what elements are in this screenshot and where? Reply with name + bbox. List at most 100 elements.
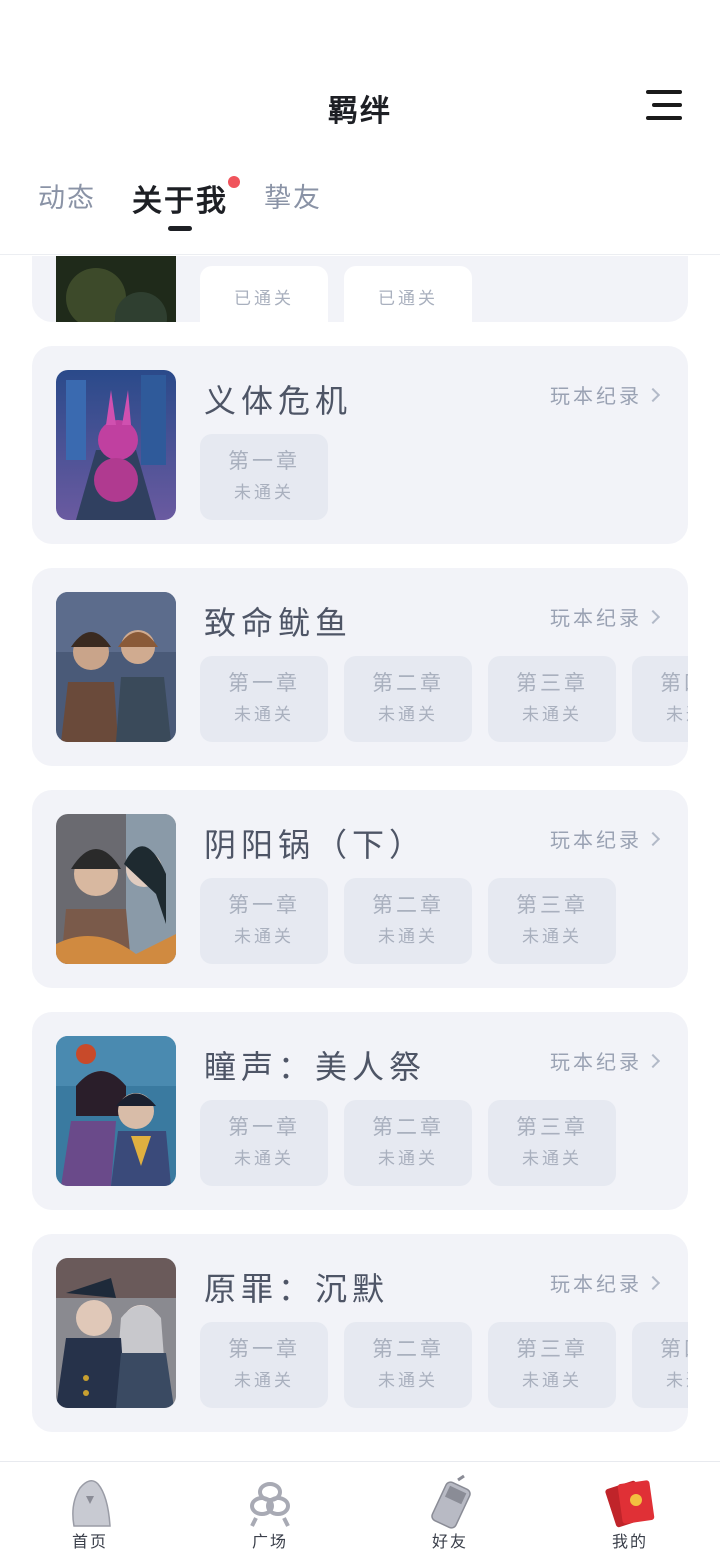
game-cover-image — [56, 592, 176, 742]
chapter-name: 第三章 — [516, 1337, 588, 1361]
game-card[interactable]: 瞳声：美人祭 玩本纪录 第一章未通关 第二章未通关 第三章未通关 — [32, 1012, 688, 1210]
bottom-nav: 首页 广场 好友 我的 — [0, 1461, 720, 1560]
chevron-right-icon — [645, 831, 661, 846]
play-record-link[interactable]: 玩本纪录 — [550, 380, 661, 409]
chapter-item[interactable]: 第一章 未通关 — [200, 1100, 328, 1186]
chapter-item[interactable]: 第一章 未通关 — [200, 656, 328, 742]
chapter-status: 未通关 — [378, 1371, 438, 1391]
top-header: 羁绊 动态 关于我 挚友 — [0, 0, 720, 255]
knot-icon — [250, 1482, 290, 1527]
game-card[interactable]: 致命鱿鱼 玩本纪录 第一章未通关 第二章未通关 第三章未通关 第四章未通关 — [32, 568, 688, 766]
tab-label: 关于我 — [132, 184, 228, 219]
game-card[interactable]: 阴阳锅（下） 玩本纪录 第一章 未通关 第二章 未通关 第三章未通关 — [32, 790, 688, 988]
nav-mine[interactable]: 我的 — [540, 1462, 720, 1560]
chapter-name: 第三章 — [516, 1115, 588, 1139]
record-link-label: 玩本纪录 — [550, 606, 642, 630]
chevron-right-icon — [645, 1275, 661, 1290]
nav-friends[interactable]: 好友 — [360, 1462, 540, 1560]
chapter-status: 未通关 — [234, 1371, 294, 1391]
game-cover-image — [56, 814, 176, 964]
nav-label: 好友 — [431, 1532, 468, 1551]
nav-label: 广场 — [251, 1532, 288, 1551]
chapter-name: 第四章 — [660, 1337, 688, 1361]
chapter-item[interactable]: 第二章 未通关 — [344, 878, 472, 964]
chapter-status: 未通关 — [234, 1149, 294, 1169]
chevron-right-icon — [645, 609, 661, 624]
chapter-status: 未通关 — [234, 705, 294, 725]
chapter-item[interactable]: 第二章 未通关 — [344, 1100, 472, 1186]
nav-home[interactable]: 首页 — [0, 1462, 180, 1560]
chapter-item[interactable]: 第四章未通关 — [632, 1322, 688, 1408]
chapter-status: 未通关 — [522, 927, 582, 947]
red-envelope-icon — [605, 1480, 655, 1528]
hamburger-menu-icon[interactable] — [646, 90, 682, 120]
chapter-name: 第一章 — [228, 1115, 300, 1139]
chapter-item[interactable]: 第一章 未通关 — [200, 878, 328, 964]
game-title: 原罪：沉默 — [204, 1270, 390, 1308]
chapter-name: 第一章 — [228, 449, 300, 473]
chevron-right-icon — [645, 387, 661, 402]
chapter-item[interactable]: 第三章 未通关 — [488, 656, 616, 742]
chapter-list: 第一章 未通关 第二章 未通关 第三章未通关 — [200, 878, 632, 964]
game-cover-image — [56, 256, 176, 322]
tab-about-me[interactable]: 关于我 — [132, 176, 240, 231]
chapter-list: 第一章未通关 第二章未通关 第三章未通关 第四章未通关 — [200, 656, 688, 742]
chapter-name: 第二章 — [372, 1115, 444, 1139]
game-card[interactable]: 已通关 已通关 — [32, 256, 688, 322]
chapter-status: 未通关 — [234, 927, 294, 947]
nav-plaza[interactable]: 广场 — [180, 1462, 360, 1560]
chapter-item[interactable]: 第二章 未通关 — [344, 656, 472, 742]
chapter-status: 已通关 — [378, 289, 438, 309]
record-link-label: 玩本纪录 — [550, 1050, 642, 1074]
ghost-icon — [72, 1480, 111, 1527]
game-title: 致命鱿鱼 — [204, 604, 353, 642]
chevron-right-icon — [645, 1053, 661, 1068]
chapter-status: 未通关 — [234, 483, 294, 503]
chapter-item[interactable]: 第一章 未通关 — [200, 434, 328, 520]
chapter-item[interactable]: 已通关 — [200, 266, 328, 322]
tab-close-friends[interactable]: 挚友 — [264, 176, 322, 220]
chapter-list: 已通关 已通关 — [200, 266, 488, 322]
chapter-status: 未通关 — [378, 927, 438, 947]
chapter-list: 第一章未通关 第二章未通关 第三章未通关 第四章未通关 — [200, 1322, 688, 1408]
game-title: 阴阳锅（下） — [204, 826, 427, 864]
tab-moments[interactable]: 动态 — [38, 176, 96, 220]
chapter-item[interactable]: 第三章 未通关 — [488, 878, 616, 964]
chapter-list: 第一章未通关 第二章未通关 第三章未通关 — [200, 1100, 632, 1186]
nav-label: 首页 — [71, 1532, 108, 1551]
chapter-status: 未通关 — [378, 1149, 438, 1169]
play-record-link[interactable]: 玩本纪录 — [550, 1046, 661, 1075]
play-record-link[interactable]: 玩本纪录 — [550, 1268, 661, 1297]
chapter-status: 未通关 — [666, 705, 688, 725]
game-card[interactable]: 义体危机 玩本纪录 第一章 未通关 — [32, 346, 688, 544]
game-card[interactable]: 原罪：沉默 玩本纪录 第一章未通关 第二章未通关 第三章未通关 第四章未通关 — [32, 1234, 688, 1432]
game-title: 瞳声：美人祭 — [204, 1048, 427, 1086]
chapter-list: 第一章 未通关 — [200, 434, 344, 520]
chapter-item[interactable]: 第三章 未通关 — [488, 1322, 616, 1408]
chapter-item[interactable]: 第一章 未通关 — [200, 1322, 328, 1408]
game-cover-image — [56, 1036, 176, 1186]
chapter-name: 第三章 — [516, 671, 588, 695]
chapter-item[interactable]: 已通关 — [344, 266, 472, 322]
tab-label: 挚友 — [264, 183, 322, 214]
chapter-item[interactable]: 第四章未通关 — [632, 656, 688, 742]
tab-label: 动态 — [38, 183, 96, 214]
chapter-status: 未通关 — [522, 705, 582, 725]
phone-icon — [431, 1474, 471, 1529]
active-tab-indicator — [168, 226, 192, 231]
chapter-status: 已通关 — [234, 289, 294, 309]
page-title: 羁绊 — [328, 94, 392, 129]
game-record-list[interactable]: 已通关 已通关 义体危机 玩本纪录 第一章 未通关 致命鱿鱼 玩本纪录 第一章 未通… — [0, 256, 720, 1460]
record-link-label: 玩本纪录 — [550, 828, 642, 852]
chapter-name: 第一章 — [228, 1337, 300, 1361]
chapter-status: 未通关 — [522, 1149, 582, 1169]
chapter-name: 第四章 — [660, 671, 688, 695]
play-record-link[interactable]: 玩本纪录 — [550, 602, 661, 631]
chapter-status: 未通关 — [666, 1371, 688, 1391]
record-link-label: 玩本纪录 — [550, 384, 642, 408]
chapter-item[interactable]: 第三章 未通关 — [488, 1100, 616, 1186]
play-record-link[interactable]: 玩本纪录 — [550, 824, 661, 853]
game-cover-image — [56, 370, 176, 520]
chapter-item[interactable]: 第二章 未通关 — [344, 1322, 472, 1408]
chapter-name: 第三章 — [516, 893, 588, 917]
